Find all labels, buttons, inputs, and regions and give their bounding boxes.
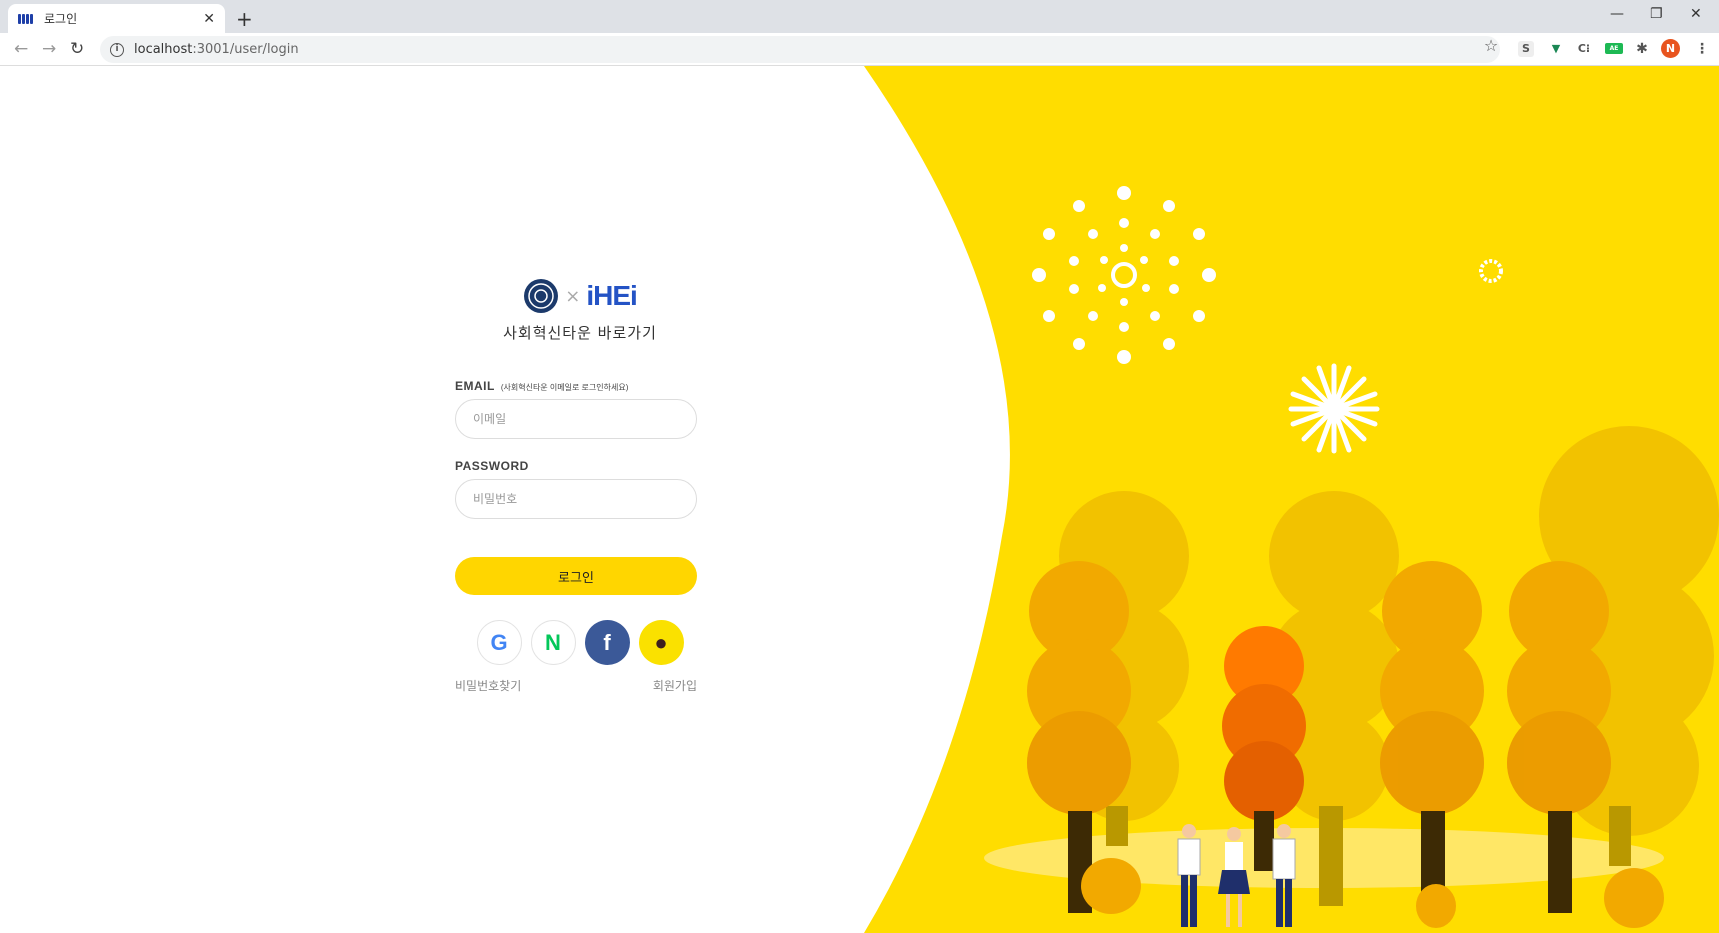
google-icon: G [490, 629, 508, 655]
login-button[interactable]: 로그인 [455, 557, 697, 595]
autumn-illustration [864, 66, 1719, 933]
favicon-icon [18, 13, 34, 24]
site-info-icon[interactable]: i [110, 42, 124, 57]
browser-tab-strip: 로그인 ✕ + — ❐ ✕ [0, 0, 1719, 33]
extension-green-icon[interactable]: AE [1605, 43, 1623, 54]
bookmark-star-icon[interactable]: ☆ [1483, 38, 1499, 54]
facebook-icon: f [603, 629, 611, 655]
ihei-logo: iHEi [586, 280, 637, 311]
kakao-login-button[interactable]: ● [638, 620, 684, 665]
university-seal-icon [524, 279, 559, 313]
close-window-icon[interactable]: ✕ [1690, 6, 1702, 22]
signup-link[interactable]: 회원가입 [653, 677, 697, 694]
new-tab-button[interactable]: + [236, 7, 253, 31]
extension-c-icon[interactable]: C⁝ [1576, 41, 1592, 57]
email-label-text: EMAIL [455, 379, 495, 393]
brand-logos: × iHEi [455, 276, 705, 316]
url-host: localhost [134, 42, 193, 57]
password-label: PASSWORD [455, 459, 529, 473]
google-login-button[interactable]: G [476, 620, 522, 665]
email-label: EMAIL (사회혁신타운 이메일로 로그인하세요) [455, 379, 705, 393]
brand-title: 사회혁신타운 바로가기 [503, 324, 657, 342]
close-tab-icon[interactable]: ✕ [203, 11, 215, 27]
extension-vue-icon[interactable]: ▼ [1548, 41, 1564, 57]
minimize-icon[interactable]: — [1610, 6, 1624, 22]
find-password-link[interactable]: 비밀번호찾기 [455, 677, 521, 694]
extensions-puzzle-icon[interactable]: ✱ [1634, 41, 1650, 57]
cross-icon: × [565, 285, 581, 307]
naver-icon: N [545, 629, 561, 655]
email-input[interactable] [455, 399, 697, 439]
address-bar[interactable]: i localhost:3001/user/login [100, 36, 1500, 63]
tab-title: 로그인 [44, 12, 78, 26]
facebook-login-button[interactable]: f [584, 620, 630, 665]
browser-toolbar: ← → ↻ i localhost:3001/user/login ☆ S ▼ … [0, 33, 1719, 66]
back-icon[interactable]: ← [14, 39, 28, 59]
extension-s-icon[interactable]: S [1518, 41, 1534, 57]
password-input[interactable] [455, 479, 697, 519]
browser-menu-icon[interactable]: ⋮ [1694, 41, 1710, 57]
browser-tab[interactable]: 로그인 ✕ [8, 4, 225, 33]
email-hint: (사회혁신타운 이메일로 로그인하세요) [500, 383, 629, 392]
login-page: × iHEi 사회혁신타운 바로가기 EMAIL (사회혁신타운 이메일로 로그인… [4, 66, 1719, 933]
reload-icon[interactable]: ↻ [70, 39, 84, 59]
forward-icon[interactable]: → [42, 39, 56, 59]
profile-avatar[interactable]: N [1661, 39, 1680, 58]
kakao-icon: ● [654, 629, 668, 655]
url-path: :3001/user/login [192, 42, 299, 57]
social-login-buttons: G Nf ● [455, 620, 705, 665]
naver-login-button[interactable]: N [530, 620, 576, 665]
login-form: × iHEi 사회혁신타운 바로가기 EMAIL (사회혁신타운 이메일로 로그인… [455, 276, 705, 694]
restore-icon[interactable]: ❐ [1650, 6, 1663, 22]
